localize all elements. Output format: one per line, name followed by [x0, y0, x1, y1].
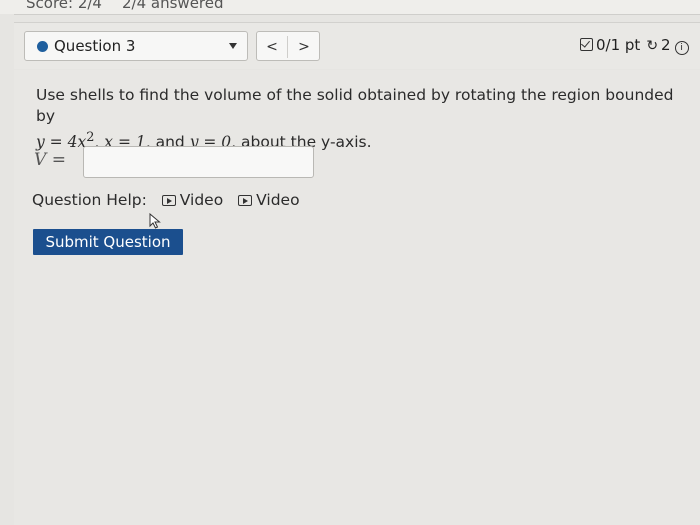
- equation-1-exponent: 2: [86, 130, 95, 145]
- video-icon: [238, 195, 253, 206]
- retry-icon: ↻: [646, 38, 659, 54]
- question-help: Question Help: Video Video: [32, 191, 300, 209]
- question-help-label: Question Help:: [32, 191, 147, 209]
- answer-label: V =: [34, 150, 66, 170]
- question-text: Use shells to find the volume of the sol…: [36, 86, 674, 152]
- points-text: 0/1 pt: [596, 36, 641, 54]
- info-icon[interactable]: i: [674, 41, 689, 55]
- question-select[interactable]: Question 3: [24, 31, 248, 61]
- previous-question-button[interactable]: <: [257, 36, 288, 58]
- video-link-1[interactable]: Video: [161, 191, 223, 209]
- question-select-label: Question 3: [54, 37, 136, 55]
- next-question-button[interactable]: >: [289, 36, 319, 58]
- video-icon: [161, 195, 176, 206]
- score-header: Score: 2/4 2/4 answered: [0, 0, 700, 14]
- answered-text: 2/4 answered: [122, 0, 224, 12]
- retries-count: 2: [661, 36, 671, 54]
- submit-question-button[interactable]: Submit Question: [33, 229, 183, 255]
- score-text: Score: 2/4: [26, 0, 102, 12]
- question-toolbar: Question 3 < > 0/1 pt ↻ 2 i: [14, 22, 700, 69]
- checkbox-icon: [580, 38, 593, 51]
- points-status: 0/1 pt ↻ 2 i: [580, 36, 689, 55]
- question-nav: < >: [256, 31, 320, 61]
- video-link-2[interactable]: Video: [238, 191, 300, 209]
- header-divider: [14, 14, 700, 15]
- question-status-dot-icon: [37, 41, 48, 52]
- caret-down-icon: [229, 43, 237, 49]
- question-intro: Use shells to find the volume of the sol…: [36, 86, 674, 125]
- answer-input[interactable]: [83, 146, 314, 178]
